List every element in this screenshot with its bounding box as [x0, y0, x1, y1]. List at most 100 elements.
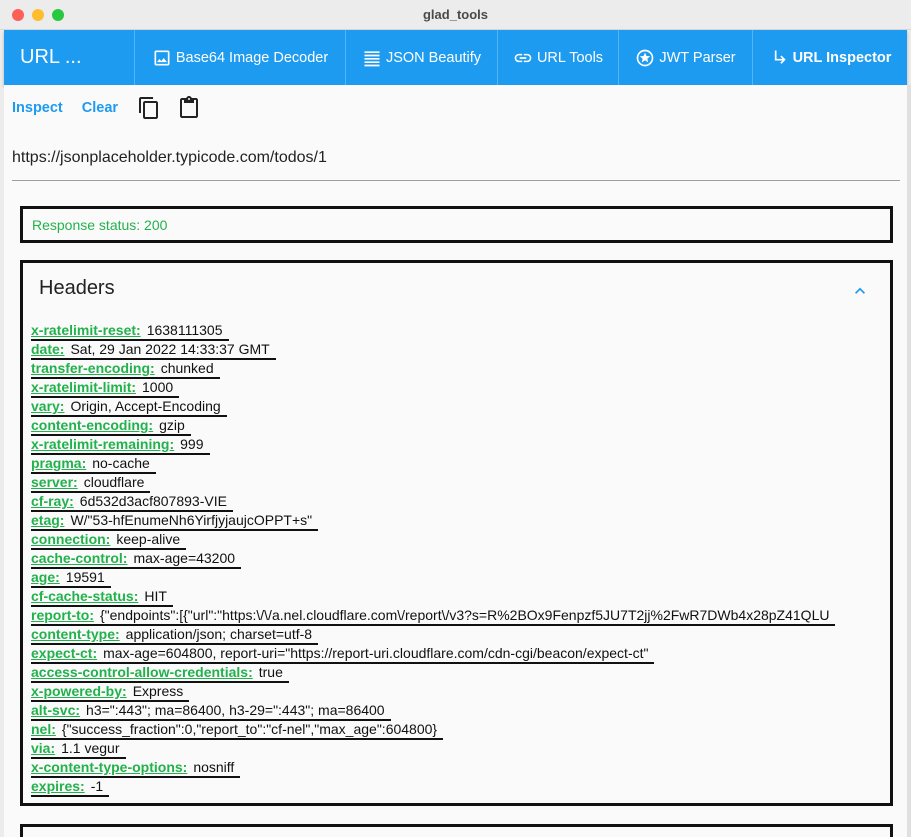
header-row: expect-ct: max-age=604800, report-uri="ht…: [31, 645, 655, 664]
tab-label: URL Inspector: [792, 49, 892, 66]
header-key: via:: [31, 740, 56, 756]
inspect-button[interactable]: Inspect: [12, 100, 63, 116]
header-key: content-type:: [31, 626, 120, 642]
header-row: age: 19591: [31, 569, 111, 588]
header-value: 1000: [142, 379, 174, 395]
header-value: cloudflare: [83, 474, 145, 490]
header-row: cf-ray: 6d532d3acf807893-VIE: [31, 493, 233, 512]
app-title: URL ...: [4, 30, 135, 85]
minimize-window-button[interactable]: [32, 9, 44, 21]
headers-panel: Headers x-ratelimit-reset: 1638111305 date…: [20, 260, 893, 806]
header-value: max-age=43200: [133, 550, 236, 566]
header-key: etag:: [31, 512, 65, 528]
header-key: age:: [31, 569, 60, 585]
header-value: 6d532d3acf807893-VIE: [79, 493, 227, 509]
header-value: W/"53-hfEnumeNh6YirfjyjaujcOPPT+s": [70, 512, 313, 528]
window-title: glad_tools: [422, 7, 488, 22]
header-row: expires: -1: [31, 778, 110, 797]
header-value: h3=":443"; ma=86400, h3-29=":443"; ma=86…: [86, 702, 385, 718]
header-key: report-to:: [31, 607, 94, 623]
header-key: date:: [31, 341, 65, 357]
headers-list: x-ratelimit-reset: 1638111305 date: Sat, 29…: [31, 322, 890, 797]
main-content: Inspect Clear https://jsonplaceholder.ty…: [4, 85, 907, 837]
header-row: alt-svc: h3=":443"; ma=86400, h3-29=":443…: [31, 702, 391, 721]
header-key: transfer-encoding:: [31, 360, 155, 376]
tab-json-beautify[interactable]: JSON Beautify: [346, 30, 498, 85]
tab-jwt-parser[interactable]: JWT Parser: [619, 30, 753, 85]
tab-base64-image-decoder[interactable]: Base64 Image Decoder: [135, 30, 346, 85]
header-key: cf-cache-status:: [31, 588, 139, 604]
tab-url-inspector[interactable]: URL Inspector: [753, 30, 907, 85]
header-row: x-ratelimit-remaining: 999: [31, 436, 210, 455]
header-key: vary:: [31, 398, 65, 414]
header-value: HIT: [144, 588, 167, 604]
scrollbar[interactable]: [907, 85, 911, 837]
window-controls: [12, 9, 64, 21]
tab-label: JSON Beautify: [385, 49, 482, 66]
app-bar: URL ... Base64 Image Decoder JSON Beauti…: [4, 30, 907, 85]
header-row: transfer-encoding: chunked: [31, 360, 220, 379]
header-row: date: Sat, 29 Jan 2022 14:33:37 GMT: [31, 341, 276, 360]
header-value: true: [258, 664, 283, 680]
header-row: x-powered-by: Express: [31, 683, 190, 702]
tab-label: JWT Parser: [659, 49, 736, 66]
maximize-window-button[interactable]: [52, 9, 64, 21]
header-row: connection: keep-alive: [31, 531, 187, 550]
clipboard-icon[interactable]: [177, 96, 201, 120]
header-key: nel:: [31, 721, 56, 737]
turn-right-arrow-icon: [774, 50, 786, 64]
image-icon: [154, 50, 170, 65]
header-key: x-content-type-options:: [31, 759, 188, 775]
header-value: keep-alive: [116, 531, 181, 547]
header-row: x-content-type-options: nosniff: [31, 759, 241, 778]
header-value: Sat, 29 Jan 2022 14:33:37 GMT: [70, 341, 270, 357]
header-value: gzip: [159, 417, 185, 433]
header-key: x-powered-by:: [31, 683, 127, 699]
close-window-button[interactable]: [12, 9, 24, 21]
header-row: cf-cache-status: HIT: [31, 588, 173, 607]
header-key: cf-ray:: [31, 493, 74, 509]
header-key: x-ratelimit-remaining:: [31, 436, 175, 452]
header-key: cache-control:: [31, 550, 128, 566]
header-value: {"success_fraction":0,"report_to":"cf-ne…: [61, 721, 438, 737]
clear-button[interactable]: Clear: [82, 100, 118, 116]
header-value: no-cache: [92, 455, 150, 471]
tab-label: Base64 Image Decoder: [175, 49, 329, 66]
header-value: 999: [180, 436, 204, 452]
header-value: 19591: [65, 569, 105, 585]
header-key: alt-svc:: [31, 702, 81, 718]
url-input[interactable]: https://jsonplaceholder.typicode.com/tod…: [12, 143, 900, 181]
header-row: access-control-allow-credentials: true: [31, 664, 289, 683]
toolbar: Inspect Clear: [12, 93, 217, 123]
header-key: content-encoding:: [31, 417, 154, 433]
header-key: server:: [31, 474, 78, 490]
header-value: application/json; charset=utf-8: [125, 626, 313, 642]
header-value: max-age=604800, report-uri="https://repo…: [103, 645, 649, 661]
header-value: chunked: [160, 360, 214, 376]
link-icon: [514, 53, 532, 62]
header-row: nel: {"success_fraction":0,"report_to":"c…: [31, 721, 444, 740]
lines-icon: [364, 50, 380, 66]
headers-title: Headers: [39, 277, 115, 299]
header-key: x-ratelimit-reset:: [31, 322, 141, 338]
header-row: pragma: no-cache: [31, 455, 156, 474]
tab-url-tools[interactable]: URL Tools: [498, 30, 619, 85]
tab-label: URL Tools: [536, 49, 604, 66]
header-row: report-to: {"endpoints":[{"url":"https:\/…: [31, 607, 836, 626]
header-row: server: cloudflare: [31, 474, 151, 493]
header-value: Origin, Accept-Encoding: [70, 398, 221, 414]
header-key: connection:: [31, 531, 111, 547]
header-key: expires:: [31, 778, 85, 794]
header-value: -1: [90, 778, 104, 794]
header-row: via: 1.1 vegur: [31, 740, 126, 759]
header-key: pragma:: [31, 455, 87, 471]
header-value: {"endpoints":[{"url":"https:\/\/a.nel.cl…: [100, 607, 830, 623]
header-value: 1.1 vegur: [61, 740, 120, 756]
header-row: x-ratelimit-limit: 1000: [31, 379, 180, 398]
title-bar: glad_tools: [0, 0, 911, 30]
header-key: x-ratelimit-limit:: [31, 379, 137, 395]
header-row: vary: Origin, Accept-Encoding: [31, 398, 227, 417]
chevron-up-icon[interactable]: [850, 281, 870, 301]
copy-icon[interactable]: [137, 96, 161, 120]
response-status: Response status: 200: [20, 206, 893, 243]
